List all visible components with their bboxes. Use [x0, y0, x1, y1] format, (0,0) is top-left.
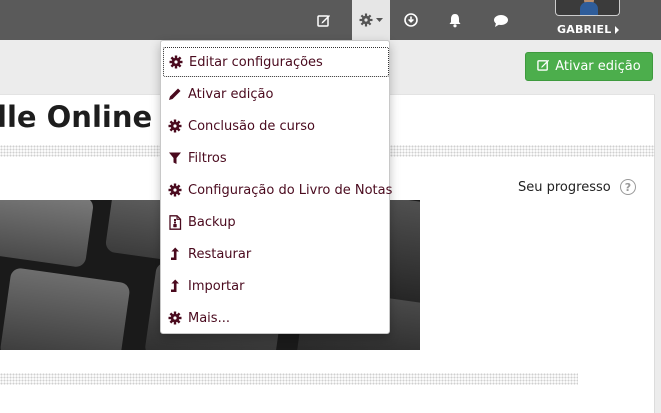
menu-item-more[interactable]: Mais...: [163, 303, 389, 333]
bell-icon[interactable]: [444, 0, 466, 40]
menu-item-label: Restaurar: [188, 246, 252, 262]
user-menu[interactable]: GABRIEL: [557, 23, 620, 36]
gear-icon: [168, 183, 182, 197]
menu-item-filters[interactable]: Filtros: [163, 143, 389, 173]
file-icon: [168, 214, 182, 230]
gear-icon: [359, 13, 373, 27]
divider: [0, 373, 578, 385]
menu-item-backup[interactable]: Backup: [163, 207, 389, 237]
avatar[interactable]: [555, 0, 620, 16]
caret-right-icon: [615, 25, 620, 34]
menu-item-label: Ativar edição: [188, 86, 274, 102]
menu-item-label: Filtros: [188, 150, 227, 166]
help-icon-glyph: ?: [624, 180, 632, 194]
gear-icon: [168, 119, 182, 133]
menu-item-import[interactable]: Importar: [163, 271, 389, 301]
enable-editing-label: Ativar edição: [555, 59, 641, 74]
filter-icon: [168, 151, 182, 165]
upload-arrow-icon: [168, 279, 182, 293]
chat-icon[interactable]: [490, 0, 512, 40]
download-icon[interactable]: [400, 0, 422, 40]
course-admin-menu: Editar configurações Ativar edição Concl…: [160, 40, 393, 334]
menu-item-enable-editing[interactable]: Ativar edição: [163, 79, 389, 109]
edit-icon: [537, 58, 550, 75]
menu-item-label: Importar: [188, 278, 245, 294]
gear-menu-button[interactable]: [352, 0, 390, 40]
menu-item-restore[interactable]: Restaurar: [163, 239, 389, 269]
caret-down-icon: [376, 18, 383, 22]
gear-icon: [169, 55, 183, 69]
edit-icon[interactable]: [312, 0, 336, 40]
pencil-icon: [168, 87, 182, 101]
menu-item-edit-settings[interactable]: Editar configurações: [163, 47, 389, 77]
progress-label: Seu progresso: [518, 180, 611, 195]
user-name: GABRIEL: [557, 23, 612, 36]
menu-item-label: Backup: [188, 214, 236, 230]
help-icon[interactable]: ?: [620, 179, 636, 195]
top-navbar: GABRIEL: [0, 0, 661, 40]
enable-editing-button[interactable]: Ativar edição: [525, 52, 653, 81]
menu-item-course-completion[interactable]: Conclusão de curso: [163, 111, 389, 141]
menu-item-label: Configuração do Livro de Notas: [188, 182, 393, 198]
gear-icon: [168, 311, 182, 325]
upload-arrow-icon: [168, 247, 182, 261]
menu-item-label: Editar configurações: [189, 54, 323, 70]
menu-item-label: Mais...: [188, 310, 230, 326]
menu-item-gradebook-setup[interactable]: Configuração do Livro de Notas: [163, 175, 393, 205]
menu-item-label: Conclusão de curso: [188, 118, 315, 134]
page-title: lle Online p: [0, 100, 183, 134]
